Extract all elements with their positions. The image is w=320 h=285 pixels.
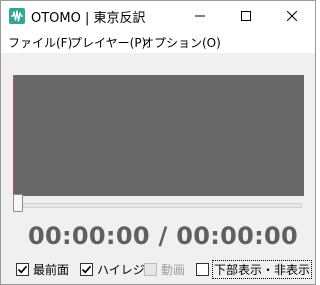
window-title: OTOMO | 東京反訳 xyxy=(31,11,146,26)
minimize-icon xyxy=(195,11,205,21)
video-label: 動画 xyxy=(161,262,186,277)
close-icon xyxy=(287,11,297,21)
high-res-label: ハイレジ xyxy=(97,262,145,277)
checkbox-box xyxy=(196,262,209,276)
always-on-top-checkbox[interactable]: 最前面 xyxy=(16,261,69,277)
toggle-bottom-panel-checkbox[interactable]: 下部表示・非表示 xyxy=(196,259,313,279)
player-panel: 00:00:00 / 00:00:00 最前面 ハイレジ 動画 下部表示・非表示 xyxy=(1,53,315,284)
title-bar[interactable]: OTOMO | 東京反訳 xyxy=(1,1,315,31)
menu-bar: ファイル(F) プレイヤー(P) オプション(O) xyxy=(1,31,315,53)
app-window: OTOMO | 東京反訳 ファイル(F) プレイヤー(P) オプション(O) 0… xyxy=(0,0,316,285)
menu-player[interactable]: プレイヤー(P) xyxy=(70,34,146,51)
menu-file[interactable]: ファイル(F) xyxy=(8,34,72,51)
maximize-icon xyxy=(241,11,251,21)
checkmark-icon xyxy=(81,265,92,273)
checkbox-box xyxy=(144,262,157,276)
menu-options[interactable]: オプション(O) xyxy=(142,34,221,51)
always-on-top-label: 最前面 xyxy=(33,262,70,277)
toggle-bottom-panel-label: 下部表示・非表示 xyxy=(211,259,313,279)
close-button[interactable] xyxy=(269,1,315,31)
maximize-button[interactable] xyxy=(223,1,269,31)
video-checkbox[interactable]: 動画 xyxy=(144,261,185,277)
seek-slider-thumb[interactable] xyxy=(13,194,23,212)
checkmark-icon xyxy=(17,265,28,273)
waveform-icon xyxy=(9,8,25,24)
minimize-button[interactable] xyxy=(177,1,223,31)
high-res-checkbox[interactable]: ハイレジ xyxy=(80,261,145,277)
checkbox-box xyxy=(16,262,29,276)
checkbox-box xyxy=(80,262,93,276)
seek-track[interactable] xyxy=(14,203,302,208)
video-area[interactable] xyxy=(13,75,304,196)
time-display: 00:00:00 / 00:00:00 xyxy=(28,222,298,250)
